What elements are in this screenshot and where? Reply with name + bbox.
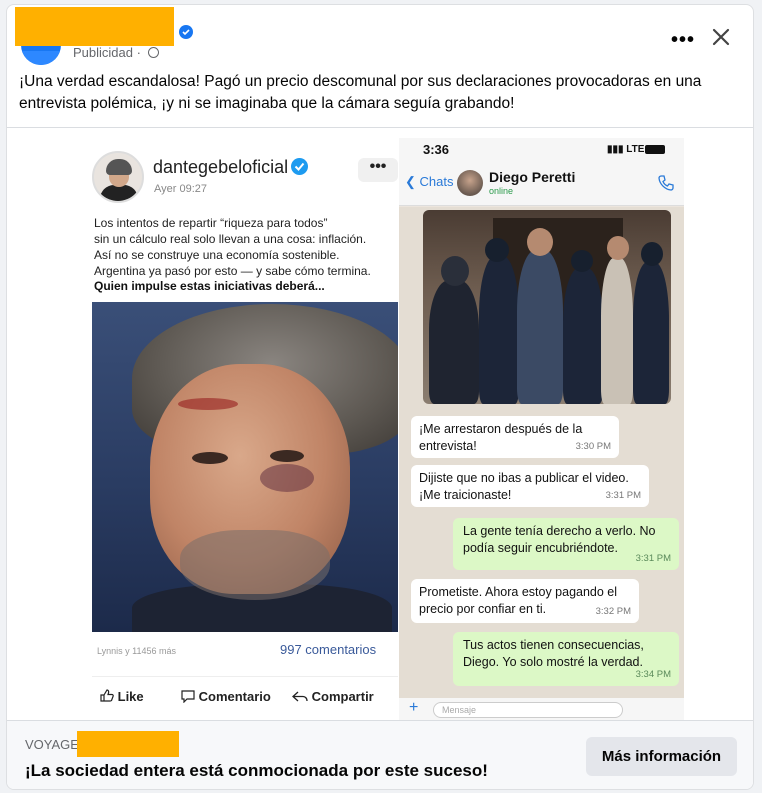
- chat-message: Prometiste. Ahora estoy pagando el preci…: [411, 579, 639, 623]
- comment-icon: [181, 690, 195, 704]
- ad-headline[interactable]: ¡La sociedad entera está conmocionada po…: [25, 761, 488, 781]
- plus-icon: +: [409, 699, 419, 716]
- arrest-photo: [423, 210, 671, 404]
- more-options-button[interactable]: •••: [671, 29, 695, 52]
- instagram-bold-line: Quien impulse estas iniciativas deberá..…: [94, 279, 325, 293]
- phone-icon: [657, 174, 675, 192]
- share-action: Compartir: [292, 689, 374, 704]
- verified-badge-icon: [179, 25, 193, 39]
- contact-name: Diego Peretti: [489, 169, 576, 185]
- chat-message: ¡Me arrestaron después de la entrevista!…: [411, 416, 619, 458]
- instagram-comments: 997 comentarios: [280, 642, 377, 657]
- whatsapp-screenshot: 3:36 ▮▮▮ LTE ❮ Chats Diego Peretti onlin…: [399, 138, 684, 720]
- learn-more-button[interactable]: Más información: [586, 737, 737, 776]
- redacted-page-name: [15, 7, 174, 46]
- instagram-avatar: [92, 151, 144, 203]
- post-header: Publicidad · •••: [7, 5, 753, 69]
- status-bar: 3:36 ▮▮▮ LTE: [399, 138, 684, 162]
- chat-message: Dijiste que no ibas a publicar el video.…: [411, 465, 649, 507]
- verified-icon: [291, 158, 309, 175]
- chat-message: La gente tenía derecho a verlo. No podía…: [453, 518, 679, 570]
- post-media[interactable]: dantegebeloficial Ayer 09:27 ••• Los int…: [7, 128, 753, 720]
- instagram-username: dantegebeloficial: [153, 157, 309, 178]
- message-input: Mensaje: [433, 702, 623, 718]
- post-caption: ¡Una verdad escandalosa! Pagó un precio …: [19, 73, 702, 112]
- instagram-text: Los intentos de repartir “riqueza para t…: [94, 216, 371, 278]
- chat-header: ❮ Chats Diego Peretti online: [399, 162, 684, 206]
- sponsored-label[interactable]: Publicidad ·: [73, 45, 159, 60]
- instagram-actions: Like Comentario Compartir: [92, 676, 398, 704]
- contact-status: online: [489, 186, 514, 196]
- comment-action: Comentario: [181, 689, 271, 704]
- instagram-more-icon: •••: [358, 158, 398, 182]
- contact-avatar: [457, 170, 483, 196]
- instagram-screenshot: dantegebeloficial Ayer 09:27 ••• Los int…: [84, 138, 398, 710]
- sponsored-text: Publicidad: [73, 45, 133, 60]
- thumbs-up-icon: [100, 689, 114, 702]
- globe-icon: [147, 47, 159, 58]
- site-domain: VOYAGE: [25, 737, 79, 752]
- instagram-time: Ayer 09:27: [154, 183, 208, 195]
- injured-man-photo: [92, 302, 398, 632]
- share-icon: [292, 691, 308, 702]
- ad-footer[interactable]: VOYAGE ¡La sociedad entera está conmocio…: [7, 720, 753, 789]
- signal-icon: ▮▮▮ LTE: [607, 144, 645, 155]
- back-chats: ❮ Chats: [405, 174, 454, 189]
- battery-icon: [645, 145, 665, 154]
- like-action: Like: [100, 689, 144, 704]
- chat-message: Tus actos tienen consecuencias, Diego. Y…: [453, 632, 679, 686]
- close-icon[interactable]: [709, 25, 733, 49]
- instagram-likes: Lynnis y 11456 más: [97, 646, 177, 656]
- redacted-domain: [77, 731, 179, 757]
- sponsored-post: Publicidad · ••• ¡Una verdad escandalosa…: [6, 4, 754, 790]
- chat-input-bar: + Mensaje: [399, 698, 684, 720]
